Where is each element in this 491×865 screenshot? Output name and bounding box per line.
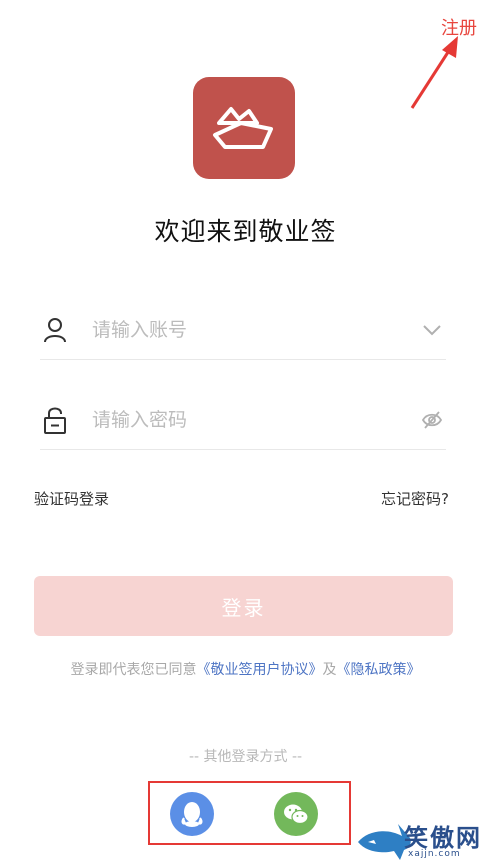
account-field-row xyxy=(40,300,446,360)
forgot-password-link[interactable]: 忘记密码? xyxy=(381,488,449,509)
welcome-title: 欢迎来到敬业签 xyxy=(154,217,337,246)
privacy-policy-link[interactable]: 《隐私政策》 xyxy=(337,662,421,678)
lock-icon xyxy=(40,406,70,434)
watermark-text: 笑傲网 xyxy=(404,823,482,852)
account-input[interactable] xyxy=(92,318,418,341)
annotation-arrow xyxy=(410,36,458,109)
app-logo xyxy=(193,77,295,179)
agreement-prefix: 登录即代表您已同意 xyxy=(70,662,197,678)
agreement-conjunction: 及 xyxy=(322,662,337,678)
chevron-down-icon[interactable] xyxy=(418,324,446,336)
qq-icon xyxy=(181,802,203,827)
login-button[interactable]: 登录 xyxy=(34,576,453,636)
other-login-label: -- 其他登录方式 -- xyxy=(188,749,303,765)
password-input[interactable] xyxy=(92,408,418,431)
user-agreement-link[interactable]: 《敬业签用户协议》 xyxy=(197,662,323,678)
watermark-subtext: xajjn.com xyxy=(408,849,461,859)
wechat-icon xyxy=(284,804,309,825)
password-field-row xyxy=(40,390,446,450)
sms-login-link[interactable]: 验证码登录 xyxy=(34,488,109,509)
user-icon xyxy=(40,317,70,343)
eye-off-icon[interactable] xyxy=(418,410,446,429)
agreement-text: 登录即代表您已同意《敬业签用户协议》及《隐私政策》 xyxy=(0,659,491,679)
wechat-login-button[interactable] xyxy=(274,792,318,836)
boat-icon xyxy=(213,107,273,149)
qq-login-button[interactable] xyxy=(170,792,214,836)
